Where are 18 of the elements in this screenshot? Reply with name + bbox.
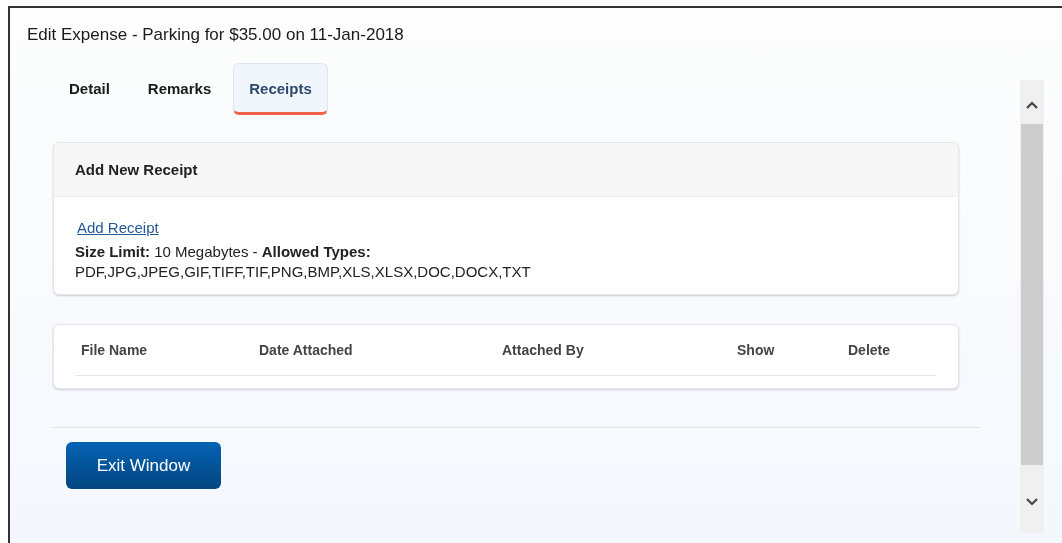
column-header: Show (736, 342, 776, 358)
column-header: Delete (847, 342, 892, 358)
panel-title: Add New Receipt (75, 161, 198, 178)
scroll-thumb[interactable] (1021, 124, 1043, 465)
tab[interactable]: Receipts (233, 63, 328, 115)
tab[interactable]: Detail (53, 63, 126, 115)
column-header: File Name (80, 342, 149, 358)
scroll-up-icon[interactable] (1025, 100, 1039, 110)
column-header: Attached By (501, 342, 585, 358)
size-limit-text: Size Limit: 10 Megabytes - Allowed Types: (75, 243, 371, 260)
scrollbar[interactable] (1020, 80, 1044, 533)
window-title: Edit Expense - Parking for $35.00 on 11-Jan-2018 (26, 24, 405, 46)
allowed-types-text: PDF,JPG,JPEG,GIF,TIFF,TIF,PNG,BMP,XLS,XLSX,DOC,DOCX,TXT (75, 263, 531, 280)
add-receipt-link[interactable]: Add Receipt (77, 219, 159, 236)
column-header: Date Attached (258, 342, 354, 358)
exit-window-button[interactable]: Exit Window (66, 442, 221, 489)
tab[interactable]: Remarks (131, 63, 228, 115)
scroll-down-icon[interactable] (1025, 497, 1039, 507)
